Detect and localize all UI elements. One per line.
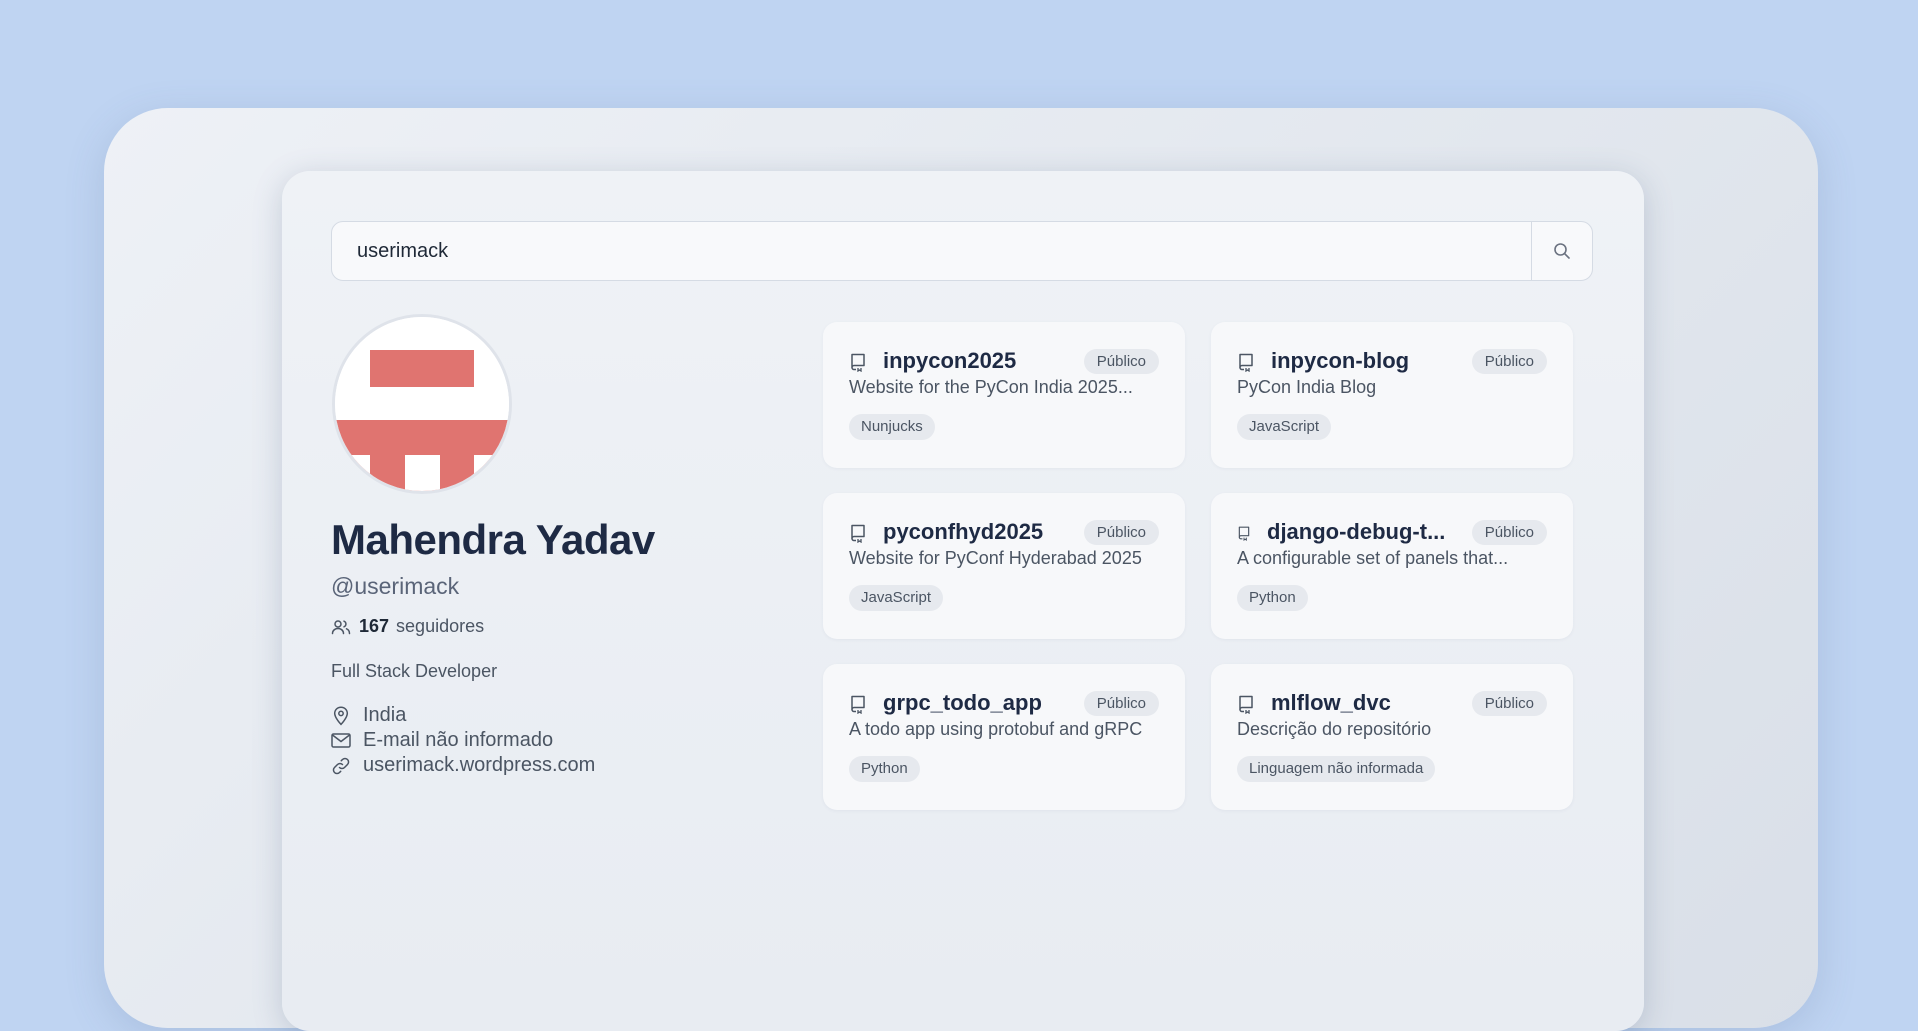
repo-description: Descrição do repositório [1237, 719, 1432, 739]
repo-icon [851, 524, 865, 543]
repo-icon [1239, 695, 1253, 714]
language-tag: Python [849, 756, 920, 782]
repo-description: Website for the PyCon India 2025... [849, 377, 1133, 397]
visibility-badge: Público [1083, 520, 1159, 545]
email-row: E-mail não informado [331, 729, 553, 752]
repo-name[interactable]: mlflow_dvc [1271, 690, 1391, 716]
repo-description: Website for PyConf Hyderabad 2025 [849, 548, 1142, 568]
email-text: E-mail não informado [363, 729, 554, 751]
followers-count: 167 [359, 616, 390, 636]
repo-icon [851, 695, 865, 714]
repo-name[interactable]: inpycon-blog [1271, 348, 1409, 374]
repo-card[interactable]: grpc_todo_app Público A todo app using p… [823, 664, 1185, 810]
language-tag: Nunjucks [849, 414, 935, 440]
location-row: India [331, 704, 406, 727]
language-tag: JavaScript [849, 585, 944, 611]
avatar-identicon [335, 317, 509, 491]
search-bar [331, 221, 1593, 281]
language-tag: Linguagem não informada [1237, 756, 1436, 782]
repo-icon [1238, 526, 1250, 541]
repo-card[interactable]: django-debug-t... Público A configurable… [1211, 493, 1573, 639]
repo-name[interactable]: grpc_todo_app [883, 690, 1042, 716]
followers-label: seguidores [396, 616, 485, 636]
website-row: userimack.wordpress.com [331, 754, 595, 777]
users-icon [331, 619, 351, 634]
repo-name[interactable]: django-debug-t... [1267, 519, 1445, 545]
location-text: India [363, 704, 407, 726]
visibility-badge: Público [1471, 691, 1547, 716]
website-link[interactable]: userimack.wordpress.com [363, 754, 595, 777]
profile-name: Mahendra Yadav [331, 516, 655, 563]
profile-bio: Full Stack Developer [331, 661, 498, 681]
visibility-badge: Público [1083, 349, 1159, 374]
profile-panel: Mahendra Yadav @userimack 167 seguidores… [282, 171, 1644, 1031]
repo-card[interactable]: mlflow_dvc Público Descrição do repositó… [1211, 664, 1573, 810]
map-pin-icon [333, 705, 349, 725]
avatar [332, 314, 512, 494]
repo-card[interactable]: pyconfhyd2025 Público Website for PyConf… [823, 493, 1185, 639]
visibility-badge: Público [1471, 520, 1547, 545]
repo-card[interactable]: inpycon2025 Público Website for the PyCo… [823, 322, 1185, 468]
link-icon [332, 757, 350, 774]
visibility-badge: Público [1083, 691, 1159, 716]
repo-description: PyCon India Blog [1237, 377, 1377, 397]
repo-name[interactable]: pyconfhyd2025 [883, 519, 1043, 545]
mail-icon [331, 733, 351, 748]
search-button[interactable] [1531, 222, 1592, 280]
repo-description: A configurable set of panels that... [1237, 548, 1509, 568]
repo-card[interactable]: inpycon-blog Público PyCon India Blog Ja… [1211, 322, 1573, 468]
search-icon [1554, 243, 1570, 259]
language-tag: Python [1237, 585, 1308, 611]
repo-description: A todo app using protobuf and gRPC [849, 719, 1143, 739]
repo-name[interactable]: inpycon2025 [883, 348, 1016, 374]
visibility-badge: Público [1471, 349, 1547, 374]
repo-icon [851, 353, 865, 372]
profile-handle: @userimack [331, 573, 460, 599]
language-tag: JavaScript [1237, 414, 1332, 440]
search-input[interactable] [332, 222, 1531, 280]
repo-icon [1239, 353, 1253, 372]
followers-info: 167 seguidores [331, 616, 484, 637]
